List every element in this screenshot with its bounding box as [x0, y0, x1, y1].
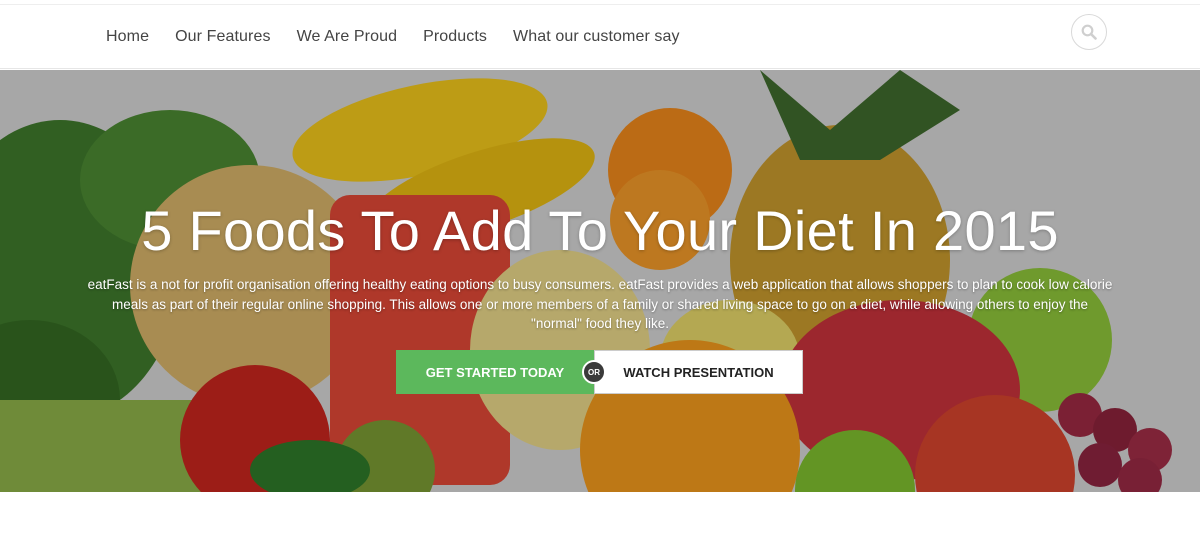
hero-title: 5 Foods To Add To Your Diet In 2015	[141, 199, 1059, 262]
search-button[interactable]	[1071, 14, 1107, 50]
nav-item-products[interactable]: Products	[423, 28, 487, 46]
or-badge: OR	[582, 360, 606, 384]
hero-description: eatFast is a not for profit organisation…	[87, 277, 1113, 331]
nav-item-home[interactable]: Home	[106, 28, 149, 46]
nav-item-we-are-proud[interactable]: We Are Proud	[297, 28, 398, 46]
nav-item-testimonials[interactable]: What our customer say	[513, 28, 680, 46]
search-icon	[1081, 24, 1097, 40]
navbar: Home Our Features We Are Proud Products …	[0, 5, 1200, 69]
cta-group: GET STARTED TODAY WATCH PRESENTATION OR	[396, 350, 803, 394]
hero-section: 5 Foods To Add To Your Diet In 2015 eatF…	[0, 70, 1200, 492]
nav-item-our-features[interactable]: Our Features	[175, 28, 270, 46]
nav-menu: Home Our Features We Are Proud Products …	[106, 5, 680, 69]
get-started-button[interactable]: GET STARTED TODAY	[396, 350, 594, 394]
watch-presentation-button[interactable]: WATCH PRESENTATION	[594, 350, 803, 394]
